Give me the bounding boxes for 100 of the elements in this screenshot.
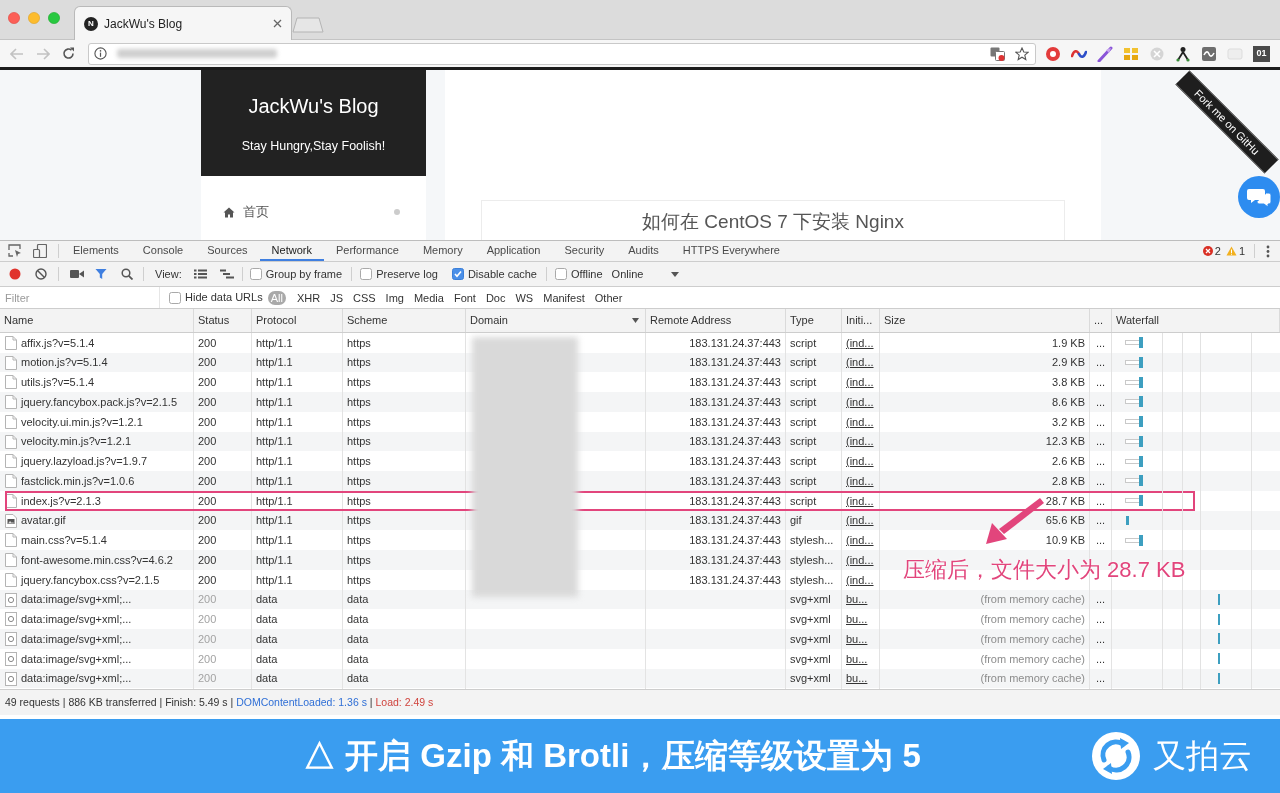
initiator-link[interactable]: (ind... <box>846 472 874 490</box>
column-header[interactable]: ... <box>1094 312 1104 329</box>
checkbox[interactable] <box>360 268 373 280</box>
request-name[interactable]: avatar.gif <box>21 512 66 529</box>
video-camera-icon[interactable] <box>70 269 84 279</box>
request-name[interactable]: data:image/svg+xml;... <box>21 650 132 668</box>
checkbox-option[interactable]: Disable cache <box>451 265 537 283</box>
caret-icon[interactable] <box>671 271 680 277</box>
devtools-tab[interactable]: Application <box>474 241 553 261</box>
column-header[interactable]: Remote Address <box>650 312 732 329</box>
article-title[interactable]: 如何在 CentOS 7 下安装 Nginx <box>642 208 904 237</box>
initiator-link[interactable]: (ind... <box>846 393 874 411</box>
devtools-tab[interactable]: HTTPS Everywhere <box>670 241 792 261</box>
reload-icon[interactable] <box>62 47 75 60</box>
type-filter[interactable]: Media <box>408 290 449 305</box>
extension-badge[interactable]: 01 <box>1253 45 1270 62</box>
initiator-link[interactable]: (ind... <box>846 374 874 391</box>
search-icon[interactable] <box>121 268 133 280</box>
error-icon[interactable] <box>1202 246 1213 256</box>
checkbox-option[interactable]: Group by frame <box>249 265 343 283</box>
request-name[interactable]: data:image/svg+xml;... <box>21 670 132 687</box>
devtools-tab[interactable]: Performance <box>323 241 411 261</box>
request-name[interactable]: motion.js?v=5.1.4 <box>21 354 108 371</box>
type-filter[interactable]: Img <box>380 290 409 305</box>
initiator-link[interactable]: (ind... <box>846 433 874 450</box>
blog-title[interactable]: JackWu's Blog <box>248 90 379 121</box>
column-header[interactable]: Type <box>790 312 814 329</box>
warning-count[interactable]: 1 <box>1238 242 1245 260</box>
request-name[interactable]: data:image/svg+xml;... <box>21 611 132 628</box>
initiator-link[interactable]: (ind... <box>846 532 874 549</box>
checkbox-option[interactable]: Preserve log <box>360 265 438 283</box>
checkbox-option[interactable]: Hide data URLs <box>169 289 263 306</box>
column-header[interactable]: Scheme <box>347 312 388 329</box>
devtools-tab[interactable]: Sources <box>195 241 260 261</box>
devtools-tab[interactable]: Audits <box>616 241 671 261</box>
initiator-link[interactable]: (ind... <box>846 354 874 371</box>
devtools-tab[interactable]: Elements <box>61 241 131 261</box>
type-filter[interactable]: WS <box>510 290 539 305</box>
info-icon[interactable] <box>94 47 107 60</box>
initiator-link[interactable]: (ind... <box>846 334 874 352</box>
filter-icon[interactable] <box>95 268 107 280</box>
column-header[interactable]: Waterfall <box>1116 312 1159 329</box>
list-view-icon[interactable] <box>193 269 207 279</box>
column-header[interactable]: Initi... <box>846 312 873 329</box>
type-filter[interactable]: CSS <box>347 290 381 305</box>
square-extension-icon[interactable] <box>1201 45 1217 62</box>
request-name[interactable]: velocity.min.js?v=1.2.1 <box>21 433 132 450</box>
initiator-link[interactable]: (ind... <box>846 571 874 589</box>
type-filter[interactable]: Font <box>448 290 481 305</box>
type-filter[interactable]: Doc <box>480 290 511 305</box>
column-header[interactable]: Name <box>4 312 34 329</box>
column-header[interactable]: Status <box>198 312 230 329</box>
request-name[interactable]: main.css?v=5.1.4 <box>21 532 107 549</box>
record-icon[interactable] <box>9 268 21 280</box>
translate-icon[interactable] <box>990 46 1005 61</box>
initiator-link[interactable]: (ind... <box>846 512 874 529</box>
column-header[interactable]: Size <box>884 312 906 329</box>
more-options-icon[interactable] <box>1266 244 1270 258</box>
request-name[interactable]: jquery.fancybox.css?v=2.1.5 <box>21 571 160 589</box>
device-toolbar-icon[interactable] <box>33 244 47 258</box>
node-tree-extension-icon[interactable] <box>1175 45 1191 62</box>
type-filter[interactable]: Manifest <box>538 290 590 305</box>
initiator-link[interactable]: bu... <box>846 630 868 648</box>
checkbox[interactable] <box>451 268 464 280</box>
request-name[interactable]: velocity.ui.min.js?v=1.2.1 <box>21 413 143 431</box>
request-name[interactable]: index.js?v=2.1.3 <box>21 492 101 510</box>
initiator-link[interactable]: (ind... <box>846 492 874 510</box>
inspect-icon[interactable] <box>8 244 22 258</box>
error-count[interactable]: 2 <box>1214 242 1221 260</box>
initiator-link[interactable]: (ind... <box>846 453 874 470</box>
initiator-link[interactable]: bu... <box>846 670 868 687</box>
request-name[interactable]: data:image/svg+xml;... <box>21 591 132 608</box>
checkbox[interactable] <box>169 291 181 304</box>
request-name[interactable]: jquery.fancybox.pack.js?v=2.1.5 <box>21 393 178 411</box>
column-header[interactable]: Domain <box>470 312 508 329</box>
initiator-link[interactable]: bu... <box>846 611 868 628</box>
devtools-tab[interactable]: Security <box>552 241 617 261</box>
type-filter[interactable]: JS <box>325 290 348 305</box>
initiator-link[interactable]: (ind... <box>846 551 874 569</box>
column-header[interactable]: Protocol <box>256 312 297 329</box>
devtools-tab[interactable]: Console <box>130 241 196 261</box>
checkbox-option[interactable]: Offline <box>555 265 603 283</box>
browser-tab[interactable]: N JackWu's Blog <box>74 6 292 40</box>
feather-extension-icon[interactable] <box>1097 45 1113 62</box>
type-filter[interactable]: Other <box>589 290 628 305</box>
star-icon[interactable] <box>1015 46 1029 61</box>
request-name[interactable]: affix.js?v=5.1.4 <box>21 334 95 352</box>
close-icon[interactable] <box>273 19 282 28</box>
clear-icon[interactable] <box>35 268 47 280</box>
chat-icon[interactable] <box>1238 176 1280 218</box>
devtools-tab[interactable]: Memory <box>410 241 475 261</box>
circle-extension-icon[interactable] <box>1045 45 1061 62</box>
menu-item[interactable]: 首页 <box>221 201 406 223</box>
checkbox[interactable] <box>555 268 567 280</box>
request-name[interactable]: jquery.lazyload.js?v=1.9.7 <box>21 453 148 470</box>
request-name[interactable]: fastclick.min.js?v=1.0.6 <box>21 472 135 490</box>
request-name[interactable]: data:image/svg+xml;... <box>21 630 132 648</box>
request-name[interactable]: font-awesome.min.css?v=4.6.2 <box>21 551 173 569</box>
type-filter[interactable]: XHR <box>291 290 326 305</box>
initiator-link[interactable]: bu... <box>846 650 868 668</box>
